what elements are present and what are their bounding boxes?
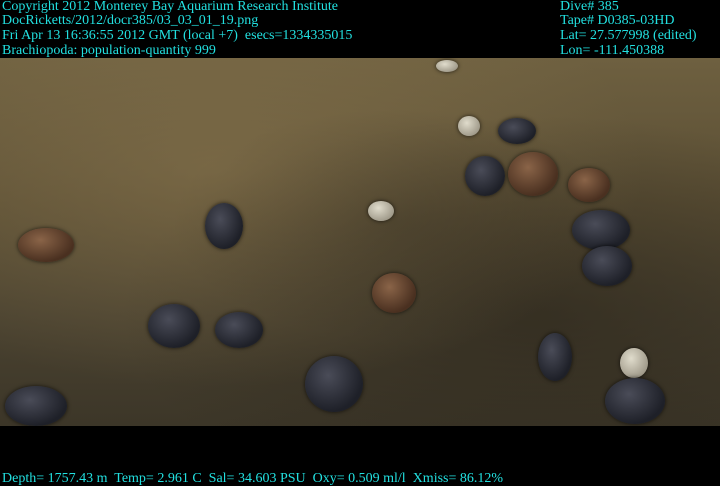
brachiopod bbox=[205, 203, 243, 249]
brachiopod bbox=[605, 378, 665, 424]
annotation-text: Brachiopoda: population-quantity 999 bbox=[2, 43, 216, 58]
shell-fragment bbox=[436, 60, 458, 72]
brachiopod bbox=[465, 156, 505, 196]
brachiopod bbox=[372, 273, 416, 313]
sensor-readout: Depth= 1757.43 m Temp= 2.961 C Sal= 34.6… bbox=[2, 471, 504, 486]
brachiopod bbox=[305, 356, 363, 412]
dive-number: Dive# 385 bbox=[560, 0, 619, 14]
brachiopod bbox=[508, 152, 558, 196]
latitude: Lat= 27.577998 (edited) bbox=[560, 28, 697, 43]
shell-fragment bbox=[368, 201, 394, 221]
brachiopod bbox=[215, 312, 263, 348]
longitude: Lon= -111.450388 bbox=[560, 43, 665, 58]
tape-number: Tape# D0385-03HD bbox=[560, 13, 675, 28]
file-path-text: DocRicketts/2012/docr385/03_03_01_19.png bbox=[2, 13, 259, 28]
brachiopod bbox=[18, 228, 74, 262]
brachiopod bbox=[620, 348, 648, 378]
brachiopod bbox=[5, 386, 67, 426]
video-frame: Copyright 2012 Monterey Bay Aquarium Res… bbox=[0, 0, 720, 486]
brachiopod bbox=[572, 210, 630, 250]
brachiopod bbox=[538, 333, 572, 381]
seafloor-image bbox=[0, 58, 720, 426]
brachiopod bbox=[582, 246, 632, 286]
brachiopod bbox=[148, 304, 200, 348]
copyright-text: Copyright 2012 Monterey Bay Aquarium Res… bbox=[2, 0, 338, 14]
brachiopod bbox=[498, 118, 536, 144]
shell-fragment bbox=[458, 116, 480, 136]
brachiopod bbox=[568, 168, 610, 202]
datetime-text: Fri Apr 13 16:36:55 2012 GMT (local +7) … bbox=[2, 28, 353, 43]
